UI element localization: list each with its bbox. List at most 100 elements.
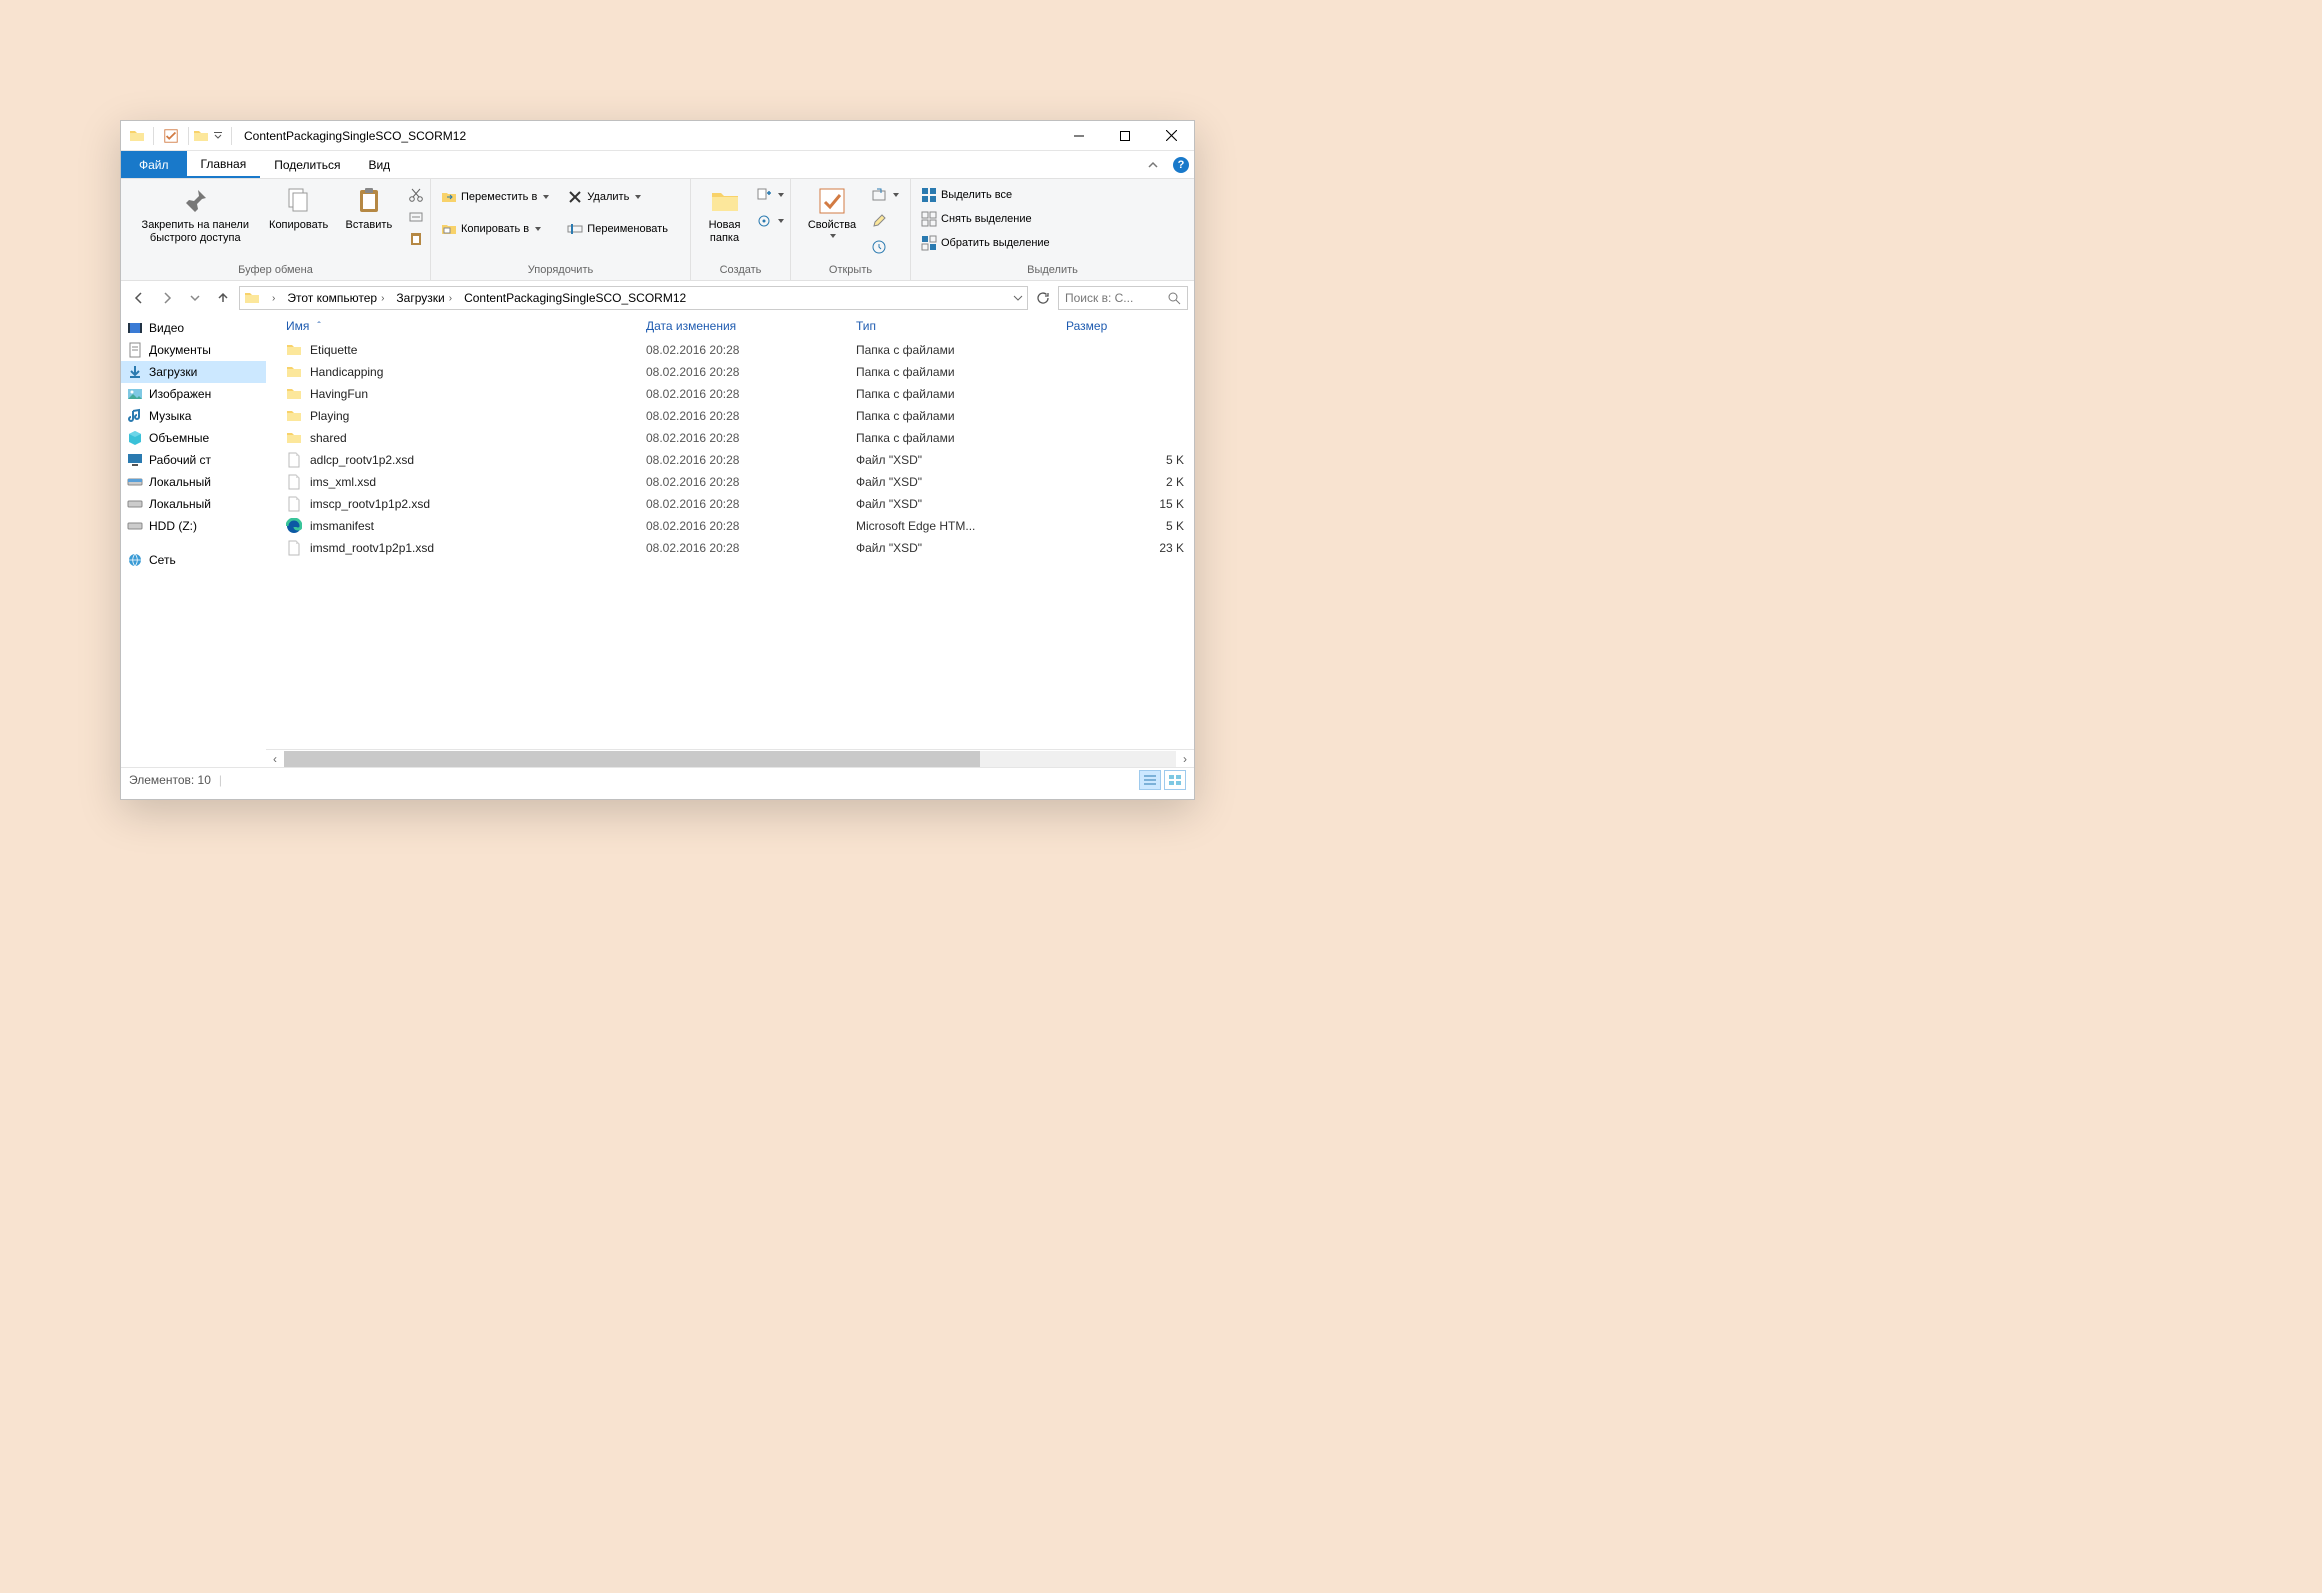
file-date: 08.02.2016 20:28 [646,409,856,423]
collapse-ribbon-icon[interactable] [1138,151,1168,178]
file-row[interactable]: ims_xml.xsd08.02.2016 20:28Файл "XSD"2 K [266,471,1194,493]
file-row[interactable]: imsmanifest08.02.2016 20:28Microsoft Edg… [266,515,1194,537]
breadcrumb-segment[interactable]: ContentPackagingSingleSCO_SCORM12 [460,291,690,305]
minimize-button[interactable] [1056,121,1102,151]
file-row[interactable]: imscp_rootv1p1p2.xsd08.02.2016 20:28Файл… [266,493,1194,515]
qat-properties-icon[interactable] [162,127,180,145]
up-button[interactable] [211,286,235,310]
tab-home[interactable]: Главная [187,151,261,178]
ribbon-group-clipboard: Закрепить на панели быстрого доступа Коп… [121,179,431,280]
ribbon-group-organize: Переместить в Копировать в Удалить Переи… [431,179,691,280]
paste-shortcut-button[interactable] [408,231,424,247]
folder-icon [286,430,302,446]
chevron-down-icon[interactable] [1013,293,1023,303]
tree-item-images[interactable]: Изображен [121,383,266,405]
maximize-button[interactable] [1102,121,1148,151]
address-row: › Этот компьютер› Загрузки› ContentPacka… [121,281,1194,315]
file-date: 08.02.2016 20:28 [646,387,856,401]
organize-group-label: Упорядочить [437,262,684,278]
close-button[interactable] [1148,121,1194,151]
properties-button[interactable]: Свойства [797,185,867,238]
copy-button[interactable]: Копировать [264,185,334,232]
new-folder-icon [709,185,741,217]
scroll-right-button[interactable]: › [1176,750,1194,768]
file-name: shared [310,431,347,445]
select-none-button[interactable]: Снять выделение [921,211,1050,227]
thumbnails-view-button[interactable] [1164,770,1186,790]
tree-item-local-disk-2[interactable]: Локальный [121,493,266,515]
file-size: 5 K [1066,519,1194,533]
file-row[interactable]: shared08.02.2016 20:28Папка с файлами [266,427,1194,449]
horizontal-scrollbar[interactable]: ‹ › [266,749,1194,767]
column-header-date[interactable]: Дата изменения [646,319,856,333]
paste-button[interactable]: Вставить [334,185,404,232]
disk-icon [127,474,143,490]
file-row[interactable]: imsmd_rootv1p2p1.xsd08.02.2016 20:28Файл… [266,537,1194,559]
recent-locations-button[interactable] [183,286,207,310]
history-button[interactable] [871,239,899,255]
easy-access-button[interactable] [756,213,784,229]
tab-file[interactable]: Файл [121,151,187,178]
address-bar[interactable]: › Этот компьютер› Загрузки› ContentPacka… [239,286,1028,310]
delete-icon [567,189,583,205]
file-type: Файл "XSD" [856,475,1066,489]
body: Видео Документы Загрузки Изображен Музык… [121,315,1194,767]
file-date: 08.02.2016 20:28 [646,343,856,357]
forward-button[interactable] [155,286,179,310]
new-group-label: Создать [697,262,784,278]
back-button[interactable] [127,286,151,310]
column-header-type[interactable]: Тип [856,319,1066,333]
tab-view[interactable]: Вид [354,151,404,178]
invert-selection-button[interactable]: Обратить выделение [921,235,1050,251]
tree-item-music[interactable]: Музыка [121,405,266,427]
tree-item-hdd[interactable]: HDD (Z:) [121,515,266,537]
file-name: Etiquette [310,343,357,357]
file-row[interactable]: Etiquette08.02.2016 20:28Папка с файлами [266,339,1194,361]
tree-item-video[interactable]: Видео [121,317,266,339]
tree-item-3d-objects[interactable]: Объемные [121,427,266,449]
tree-item-documents[interactable]: Документы [121,339,266,361]
cube-icon [127,430,143,446]
breadcrumb-segment[interactable]: Этот компьютер› [283,291,392,305]
tree-item-downloads[interactable]: Загрузки [121,361,266,383]
delete-button[interactable]: Удалить [567,189,668,205]
tree-item-local-disk[interactable]: Локальный [121,471,266,493]
file-row[interactable]: Playing08.02.2016 20:28Папка с файлами [266,405,1194,427]
pin-quick-access-button[interactable]: Закрепить на панели быстрого доступа [127,185,264,245]
rename-button[interactable]: Переименовать [567,221,668,237]
scroll-thumb[interactable] [284,751,980,767]
file-name: HavingFun [310,387,368,401]
refresh-button[interactable] [1032,287,1054,309]
select-all-button[interactable]: Выделить все [921,187,1050,203]
open-button[interactable] [871,187,899,203]
folder-icon[interactable] [193,128,209,144]
tree-item-desktop[interactable]: Рабочий ст [121,449,266,471]
details-view-button[interactable] [1139,770,1161,790]
explorer-window: ContentPackagingSingleSCO_SCORM12 Файл Г… [120,120,1195,800]
edit-button[interactable] [871,213,899,229]
column-header-name[interactable]: Имяˆ [266,319,646,333]
new-folder-button[interactable]: Новая папка [697,185,752,245]
move-to-button[interactable]: Переместить в [441,189,549,205]
search-input[interactable]: Поиск в: C... [1058,286,1188,310]
breadcrumb-segment[interactable]: Загрузки› [392,291,460,305]
file-date: 08.02.2016 20:28 [646,541,856,555]
scroll-left-button[interactable]: ‹ [266,750,284,768]
copy-path-button[interactable] [408,209,424,225]
help-button[interactable]: ? [1168,151,1194,178]
select-group-label: Выделить [917,262,1188,278]
tree-item-network[interactable]: Сеть [121,549,266,571]
file-row[interactable]: Handicapping08.02.2016 20:28Папка с файл… [266,361,1194,383]
tab-share[interactable]: Поделиться [260,151,354,178]
cut-button[interactable] [408,187,424,203]
file-size: 15 K [1066,497,1194,511]
file-row[interactable]: adlcp_rootv1p2.xsd08.02.2016 20:28Файл "… [266,449,1194,471]
open-group-label: Открыть [797,262,904,278]
new-item-button[interactable] [756,187,784,203]
history-icon [871,239,887,255]
file-row[interactable]: HavingFun08.02.2016 20:28Папка с файлами [266,383,1194,405]
copy-to-button[interactable]: Копировать в [441,221,549,237]
qat-dropdown-icon[interactable] [213,131,223,141]
column-header-size[interactable]: Размер [1066,319,1194,333]
scroll-track[interactable] [284,751,1176,767]
